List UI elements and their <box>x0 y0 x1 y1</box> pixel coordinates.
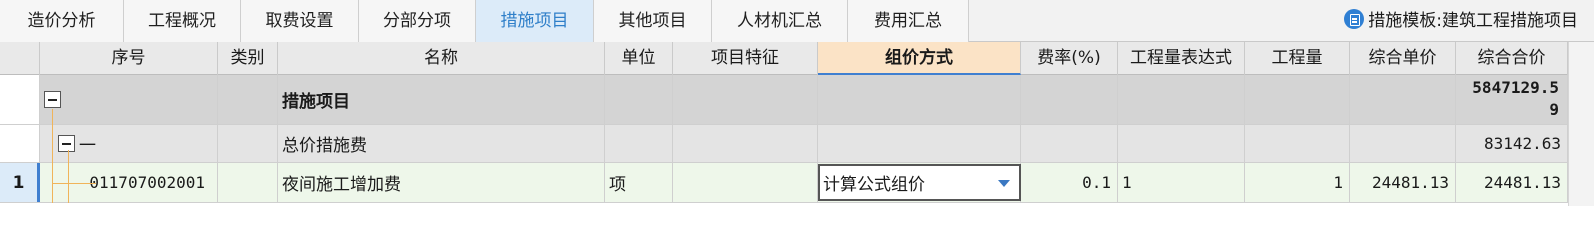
unit-cell[interactable] <box>605 125 673 162</box>
unit-price-cell[interactable] <box>1350 125 1456 162</box>
total-cell[interactable]: 83142.63 <box>1456 125 1568 162</box>
row-number-cell[interactable] <box>0 75 40 124</box>
features-cell[interactable] <box>673 163 818 202</box>
qty-cell[interactable]: 1 <box>1245 163 1350 202</box>
category-cell[interactable] <box>218 125 278 162</box>
qty-cell[interactable] <box>1245 125 1350 162</box>
measure-items-grid: 序号 类别 名称 单位 项目特征 组价方式 费率(%) 工程量表达式 工程量 综… <box>0 42 1594 206</box>
unit-price-cell[interactable] <box>1350 75 1456 124</box>
module-tab-bar: 造价分析 工程概况 取费设置 分部分项 措施项目 其他项目 人材机汇总 费用汇总… <box>0 0 1594 42</box>
features-cell[interactable] <box>673 75 818 124</box>
total-value-line1: 5847129.5 <box>1472 78 1559 97</box>
tree-connector-line <box>68 150 69 203</box>
collapse-toggle-icon[interactable] <box>44 91 61 108</box>
expr-cell[interactable]: 1 <box>1118 163 1245 202</box>
name-cell[interactable]: 总价措施费 <box>278 125 605 162</box>
collapse-toggle-icon[interactable] <box>58 135 75 152</box>
pricing-method-dropdown[interactable]: 计算公式组价 <box>818 164 1021 201</box>
rate-cell[interactable] <box>1021 125 1118 162</box>
tree-connector-line <box>52 183 96 184</box>
seq-code: 一 <box>79 136 96 156</box>
unit-cell[interactable]: 项 <box>605 163 673 202</box>
seq-cell: 一 <box>40 125 218 162</box>
category-cell[interactable] <box>218 163 278 202</box>
expr-cell[interactable] <box>1118 75 1245 124</box>
header-seq[interactable]: 序号 <box>40 42 218 75</box>
header-pricing-method[interactable]: 组价方式 <box>818 42 1021 75</box>
header-quantity[interactable]: 工程量 <box>1245 42 1350 75</box>
measure-template-label: 措施模板:建筑工程措施项目 <box>1368 11 1578 31</box>
tab-project-overview[interactable]: 工程概况 <box>124 0 241 42</box>
tab-cost-summary[interactable]: 费用汇总 <box>848 0 969 42</box>
unit-cell[interactable] <box>605 75 673 124</box>
total-cell[interactable]: 24481.13 <box>1456 163 1568 202</box>
table-row[interactable]: 1 011707002001 夜间施工增加费 项 0.1 1 1 24481.1… <box>0 163 1594 203</box>
table-row[interactable]: 措施项目 5847129.5 9 <box>0 75 1594 125</box>
tree-connector-line <box>52 109 53 203</box>
header-unit-price[interactable]: 综合单价 <box>1350 42 1456 75</box>
pricing-method-value: 计算公式组价 <box>823 175 925 195</box>
name-cell[interactable]: 措施项目 <box>278 75 605 124</box>
header-name[interactable]: 名称 <box>278 42 605 75</box>
vertical-scrollbar[interactable] <box>1568 42 1594 206</box>
tab-measure-items[interactable]: 措施项目 <box>476 0 594 42</box>
tab-fee-settings[interactable]: 取费设置 <box>241 0 359 42</box>
total-value-line2: 9 <box>1549 100 1559 119</box>
pricing-method-cell[interactable] <box>818 75 1021 124</box>
total-cell[interactable]: 5847129.5 9 <box>1456 75 1568 124</box>
tab-labor-material-summary[interactable]: 人材机汇总 <box>712 0 848 42</box>
header-rate[interactable]: 费率(%) <box>1021 42 1118 75</box>
template-doc-icon <box>1344 9 1365 29</box>
name-cell[interactable]: 夜间施工增加费 <box>278 163 605 202</box>
features-cell[interactable] <box>673 125 818 162</box>
rate-cell[interactable]: 0.1 <box>1021 163 1118 202</box>
header-total-price[interactable]: 综合合价 <box>1456 42 1568 75</box>
tab-divisional-items[interactable]: 分部分项 <box>359 0 476 42</box>
seq-cell <box>40 75 218 124</box>
header-row-number <box>0 42 40 75</box>
header-item-features[interactable]: 项目特征 <box>673 42 818 75</box>
pricing-method-cell[interactable] <box>818 125 1021 162</box>
dropdown-arrow-icon[interactable] <box>998 180 1010 187</box>
header-unit[interactable]: 单位 <box>605 42 673 75</box>
table-row[interactable]: 一 总价措施费 83142.63 <box>0 125 1594 163</box>
header-quantity-expression[interactable]: 工程量表达式 <box>1118 42 1245 75</box>
unit-price-cell[interactable]: 24481.13 <box>1350 163 1456 202</box>
tab-other-items[interactable]: 其他项目 <box>594 0 712 42</box>
header-category[interactable]: 类别 <box>218 42 278 75</box>
grid-header: 序号 类别 名称 单位 项目特征 组价方式 费率(%) 工程量表达式 工程量 综… <box>0 42 1594 75</box>
row-number-cell[interactable]: 1 <box>0 163 40 202</box>
row-number-cell[interactable] <box>0 125 40 162</box>
tab-cost-analysis[interactable]: 造价分析 <box>0 0 124 42</box>
category-cell[interactable] <box>218 75 278 124</box>
rate-cell[interactable] <box>1021 75 1118 124</box>
expr-cell[interactable] <box>1118 125 1245 162</box>
qty-cell[interactable] <box>1245 75 1350 124</box>
measure-template-selector[interactable]: 措施模板:建筑工程措施项目 <box>1344 0 1594 42</box>
